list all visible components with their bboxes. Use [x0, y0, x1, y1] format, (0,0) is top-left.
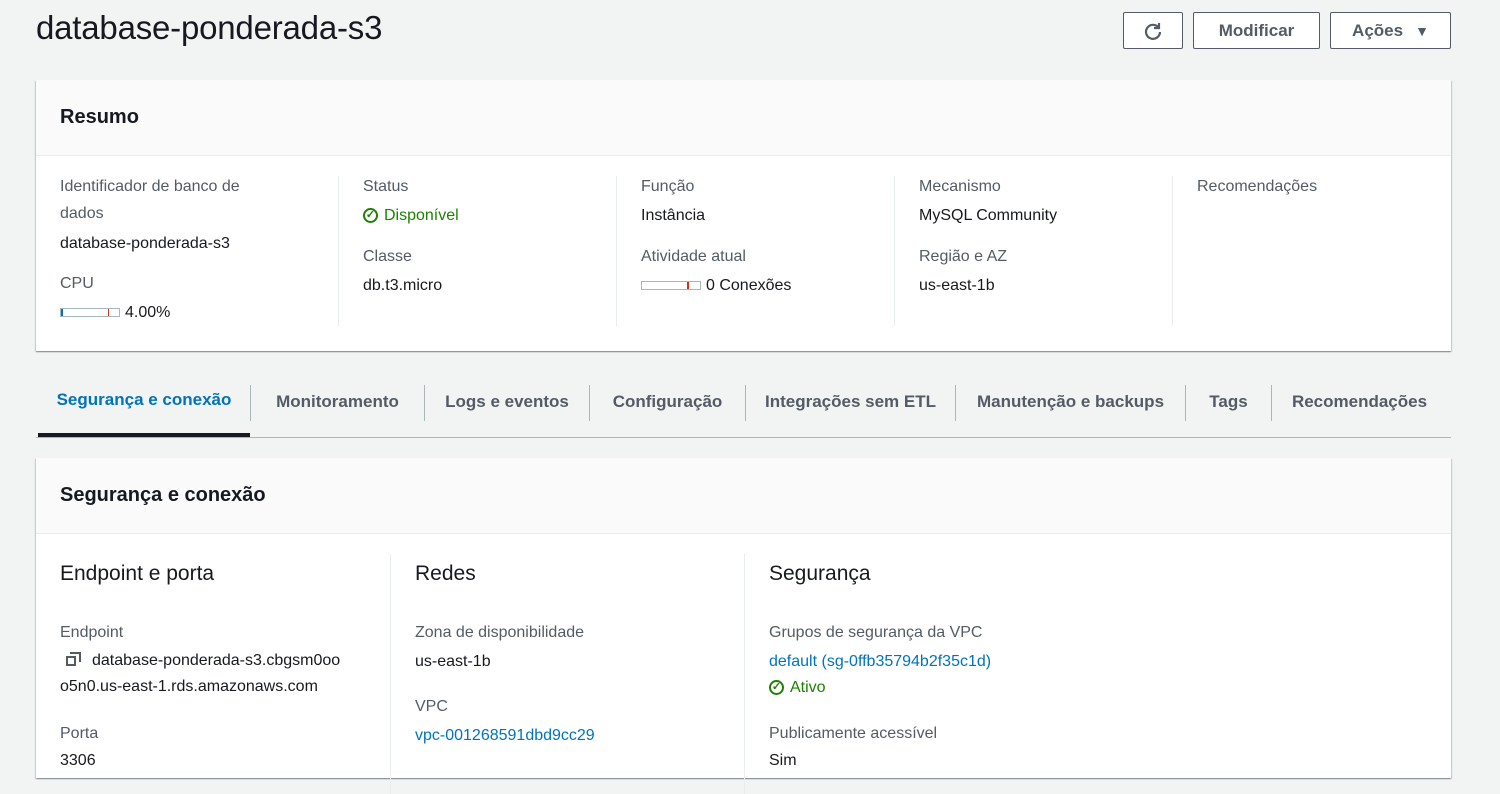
summary-title: Resumo: [36, 80, 1451, 156]
summary-col-status: Status ✓ Disponível Classe db.t3.micro: [339, 176, 617, 326]
modify-button[interactable]: Modificar: [1193, 12, 1320, 49]
tab-monitoring[interactable]: Monitoramento: [251, 367, 424, 437]
detail-tabs: Segurança e conexão Monitoramento Logs e…: [36, 367, 1451, 438]
port-label: Porta: [60, 725, 99, 742]
recommendations-label: Recomendações: [1197, 178, 1318, 195]
vpc-link[interactable]: vpc-001268591dbd9cc29: [415, 722, 595, 749]
region-value: us-east-1b: [919, 277, 995, 294]
security-connection-title: Segurança e conexão: [36, 458, 1451, 534]
check-circle-icon: ✓: [769, 680, 784, 695]
activity-value-row: 0 Conexões: [641, 272, 791, 299]
summary-col-recommendations: Recomendações: [1173, 176, 1451, 326]
connections-meter: [641, 281, 701, 290]
tab-recommendations[interactable]: Recomendações: [1272, 367, 1447, 437]
status-value: Disponível: [384, 207, 459, 224]
network-section: Redes Zona de disponibilidade us-east-1b…: [391, 554, 745, 794]
endpoint-label: Endpoint: [60, 624, 124, 641]
page-title: database-ponderada-s3: [36, 9, 383, 46]
summary-panel: Resumo Identificador de banco de dados d…: [36, 80, 1451, 351]
role-value: Instância: [641, 207, 706, 224]
summary-columns: Identificador de banco de dados database…: [36, 156, 1451, 351]
refresh-icon: [1144, 22, 1162, 40]
public-access-label: Publicamente acessível: [769, 725, 938, 742]
security-group-link[interactable]: default (sg-0ffb35794b2f35c1d): [769, 648, 991, 675]
security-group-status: ✓ Ativo: [769, 674, 826, 701]
summary-col-identifier: Identificador de banco de dados database…: [60, 176, 339, 326]
summary-col-engine: Mecanismo MySQL Community Região e AZ us…: [895, 176, 1173, 326]
actions-dropdown-button[interactable]: Ações ▼: [1330, 12, 1451, 49]
status-label: Status: [363, 178, 409, 195]
summary-col-role: Função Instância Atividade atual 0 Conex…: [617, 176, 895, 326]
az-label: Zona de disponibilidade: [415, 624, 585, 641]
public-access-value: Sim: [769, 752, 797, 769]
network-heading: Redes: [415, 562, 476, 585]
tab-security-connection[interactable]: Segurança e conexão: [38, 367, 250, 437]
check-circle-icon: ✓: [363, 208, 378, 223]
activity-value: 0 Conexões: [706, 277, 792, 294]
security-section: Segurança Grupos de segurança da VPC def…: [745, 554, 1451, 794]
tab-zero-etl-integrations[interactable]: Integrações sem ETL: [746, 367, 955, 437]
security-heading: Segurança: [769, 562, 871, 585]
endpoint-port-heading: Endpoint e porta: [60, 562, 215, 585]
cpu-value: 4.00%: [125, 304, 171, 321]
class-label: Classe: [363, 248, 412, 265]
endpoint-line-1: database-ponderada-s3.cbgsm0oo: [92, 652, 341, 669]
status-badge: ✓ Disponível: [363, 202, 459, 229]
activity-label: Atividade atual: [641, 248, 746, 265]
endpoint-port-section: Endpoint e porta Endpoint database-ponde…: [60, 554, 391, 794]
role-label: Função: [641, 178, 695, 195]
db-identifier-label: Identificador de banco de dados: [60, 178, 240, 222]
tab-logs-events[interactable]: Logs e eventos: [425, 367, 589, 437]
class-value: db.t3.micro: [363, 277, 443, 294]
port-value: 3306: [60, 752, 96, 769]
refresh-button[interactable]: [1123, 12, 1183, 49]
engine-value: MySQL Community: [919, 207, 1058, 224]
copy-icon[interactable]: [66, 652, 82, 666]
endpoint-line-2: o5n0.us-east-1.rds.amazonaws.com: [60, 678, 318, 695]
endpoint-value: database-ponderada-s3.cbgsm0oo o5n0.us-e…: [60, 648, 370, 700]
cpu-value-row: 4.00%: [60, 299, 170, 326]
az-value: us-east-1b: [415, 653, 491, 670]
engine-label: Mecanismo: [919, 178, 1001, 195]
cpu-meter: [60, 308, 120, 317]
tab-tags[interactable]: Tags: [1186, 367, 1271, 437]
region-label: Região e AZ: [919, 248, 1008, 265]
security-connection-panel: Segurança e conexão Endpoint e porta End…: [36, 458, 1451, 794]
security-groups-label: Grupos de segurança da VPC: [769, 624, 983, 641]
tab-maintenance-backups[interactable]: Manutenção e backups: [956, 367, 1185, 437]
caret-down-icon: ▼: [1415, 22, 1429, 39]
cpu-label: CPU: [60, 275, 94, 292]
tab-configuration[interactable]: Configuração: [590, 367, 745, 437]
vpc-label: VPC: [415, 698, 448, 715]
actions-label: Ações: [1352, 20, 1404, 40]
security-group-status-value: Ativo: [790, 679, 826, 696]
db-identifier-value: database-ponderada-s3: [60, 235, 230, 252]
